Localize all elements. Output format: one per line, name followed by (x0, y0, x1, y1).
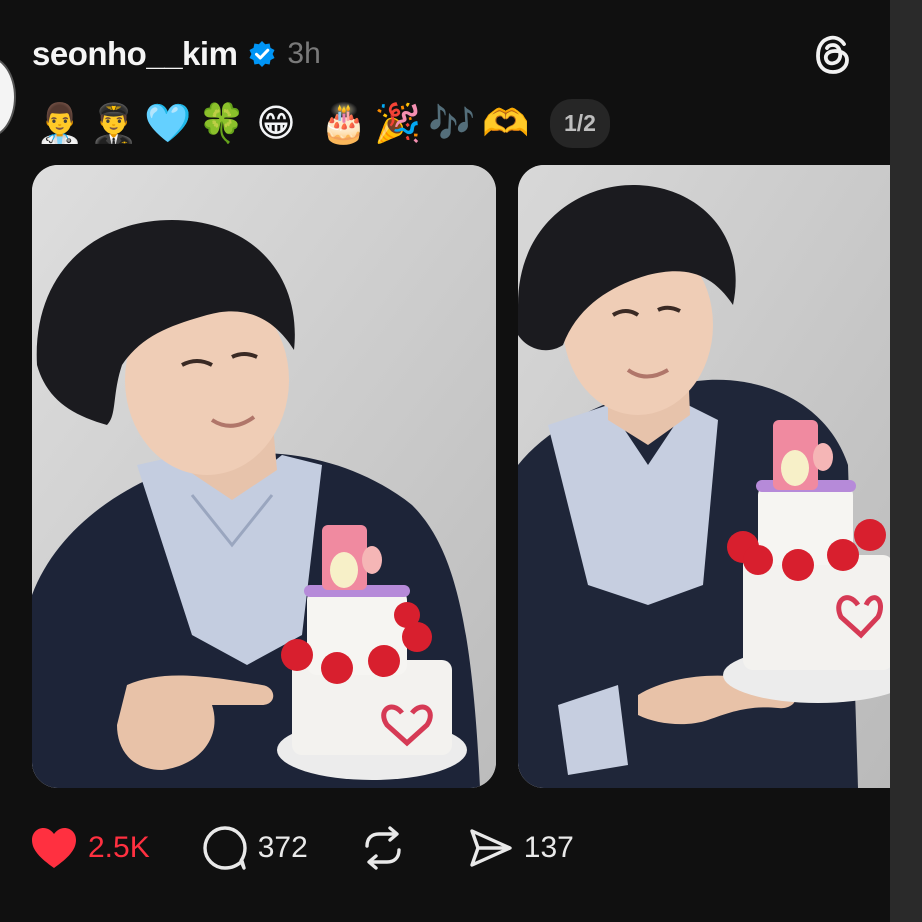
post-header: seonho__kim 3h (32, 30, 321, 78)
post-time: 3h (287, 37, 321, 70)
post-photo-1[interactable] (32, 165, 496, 788)
share-button[interactable]: 137 (468, 825, 574, 871)
heart-icon (32, 828, 76, 868)
verified-badge-icon (249, 41, 275, 67)
username[interactable]: seonho__kim (32, 35, 238, 73)
like-count: 2.5K (88, 831, 150, 864)
photo-2-image (518, 165, 890, 788)
repost-button[interactable] (360, 825, 416, 871)
post-photo-2[interactable] (518, 165, 890, 788)
birthday-cake-emoji: 🎂 (320, 101, 368, 145)
avatar[interactable] (0, 56, 16, 138)
repost-icon (365, 826, 401, 870)
post-actions: 2.5K 372 137 (30, 820, 626, 876)
media-carousel[interactable] (0, 165, 890, 788)
share-icon (470, 829, 512, 867)
party-popper-emoji: 🎉 (374, 101, 422, 145)
threads-logo-icon[interactable] (808, 30, 858, 80)
grinning-face-emoji: 😁 (256, 101, 296, 145)
comment-button[interactable]: 372 (202, 825, 308, 871)
share-count: 137 (523, 831, 574, 864)
comment-icon (203, 826, 247, 870)
light-blue-heart-emoji: 🩵 (144, 101, 192, 145)
threads-post: seonho__kim 3h 👨‍⚕️ 👨‍✈️ 🩵 🍀 😁 🎂 🎉 🎶 🫶 1… (0, 0, 890, 922)
media-counter-badge: 1/2 (550, 98, 610, 148)
comment-count: 372 (257, 831, 308, 864)
post-caption: 👨‍⚕️ 👨‍✈️ 🩵 🍀 😁 🎂 🎉 🎶 🫶 1/2 (36, 95, 610, 151)
musical-notes-emoji: 🎶 (428, 101, 476, 145)
pilot-emoji: 👨‍✈️ (90, 101, 138, 145)
photo-1-image (32, 165, 496, 788)
screen-edge (890, 0, 922, 922)
heart-hands-emoji: 🫶 (482, 101, 530, 145)
like-button[interactable]: 2.5K (30, 826, 150, 870)
health-worker-emoji: 👨‍⚕️ (36, 101, 84, 145)
four-leaf-clover-emoji: 🍀 (198, 101, 246, 145)
